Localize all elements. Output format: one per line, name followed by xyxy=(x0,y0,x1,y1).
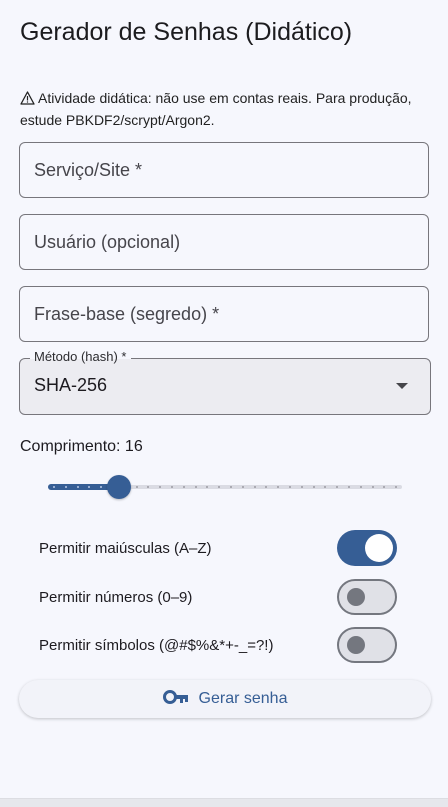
slider-tick xyxy=(371,486,374,488)
slider-tick xyxy=(229,486,232,488)
length-slider[interactable] xyxy=(48,473,402,501)
slider-tick xyxy=(170,486,173,488)
toggle-row-symbols: Permitir símbolos (@#$%&*+-_=?!) xyxy=(39,626,399,666)
switch-knob xyxy=(347,588,365,606)
system-navigation-bar xyxy=(0,798,448,807)
slider-tick xyxy=(300,486,303,488)
warning-icon xyxy=(20,90,35,110)
method-value: SHA-256 xyxy=(34,375,108,395)
slider-tick xyxy=(76,486,79,488)
slider-tick xyxy=(52,486,55,488)
slider-tick xyxy=(241,486,244,488)
user-input[interactable] xyxy=(20,215,428,269)
slider-tick xyxy=(312,486,315,488)
key-icon xyxy=(162,689,189,709)
symbols-switch[interactable] xyxy=(337,627,397,663)
slider-tick xyxy=(288,486,291,488)
toggle-label-uppercase: Permitir maiúsculas (A–Z) xyxy=(39,540,212,557)
generate-button-label: Gerar senha xyxy=(198,690,288,707)
toggle-row-numbers: Permitir números (0–9) xyxy=(39,578,399,618)
toggle-label-numbers: Permitir números (0–9) xyxy=(39,589,193,606)
numbers-switch[interactable] xyxy=(337,579,397,615)
slider-tick xyxy=(64,486,67,488)
service-input[interactable] xyxy=(20,143,428,197)
switch-knob xyxy=(365,534,393,562)
slider-tick xyxy=(253,486,256,488)
page-title: Gerador de Senhas (Didático) xyxy=(20,18,353,46)
slider-tick xyxy=(194,486,197,488)
method-label: Método (hash) * xyxy=(30,349,131,364)
slider-thumb[interactable] xyxy=(106,475,131,499)
slider-tick xyxy=(135,486,138,488)
toggle-row-uppercase: Permitir maiúsculas (A–Z) xyxy=(39,529,399,569)
app-screen: Gerador de Senhas (Didático) Atividade d… xyxy=(0,0,448,807)
slider-tick xyxy=(182,486,185,488)
method-select[interactable]: Método (hash) * SHA-256 xyxy=(19,349,431,415)
generate-password-button[interactable]: Gerar senha xyxy=(19,680,431,718)
warning-text: Atividade didática: não use em contas re… xyxy=(20,90,412,128)
slider-tick xyxy=(347,486,350,488)
user-field xyxy=(19,214,429,270)
slider-tick xyxy=(359,486,362,488)
length-label: Comprimento: 16 xyxy=(20,438,143,455)
passphrase-input[interactable] xyxy=(20,287,428,341)
dropdown-arrow-icon xyxy=(396,383,408,389)
warning-notice: Atividade didática: não use em contas re… xyxy=(20,88,420,130)
toggle-label-symbols: Permitir símbolos (@#$%&*+-_=?!) xyxy=(39,637,274,654)
passphrase-field xyxy=(19,286,429,342)
service-field xyxy=(19,142,429,198)
switch-knob xyxy=(347,636,365,654)
uppercase-switch[interactable] xyxy=(337,530,397,566)
